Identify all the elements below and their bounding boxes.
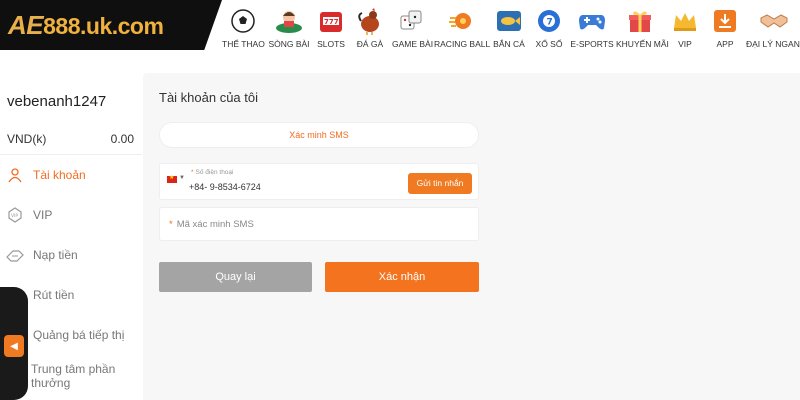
nav-racing-ball[interactable]: RACING BALL: [434, 6, 490, 49]
collapse-arrow-icon[interactable]: ◀: [4, 335, 24, 357]
download-icon: [710, 6, 740, 36]
tab-sms-verification[interactable]: Xác minh SMS: [159, 122, 479, 148]
username: vebenanh1247: [7, 93, 107, 110]
logo-banner[interactable]: AE888.uk.com: [0, 0, 222, 50]
nav-lottery[interactable]: 7 XỔ SỐ: [530, 6, 568, 49]
sidebar-item-account[interactable]: Tài khoản: [6, 160, 136, 190]
handshake-icon: [759, 6, 789, 36]
nav-vip[interactable]: VIP: [668, 6, 702, 49]
sidebar-item-deposit[interactable]: Nạp tiền: [6, 240, 136, 270]
nav-slots[interactable]: 777 SLOTS: [314, 6, 348, 49]
nav-card-games[interactable]: GAME BÀI: [392, 6, 433, 49]
sidebar-divider: [0, 154, 142, 155]
svg-text:777: 777: [324, 18, 339, 26]
chevron-down-icon[interactable]: ▼: [179, 175, 185, 181]
rooster-icon: [355, 6, 385, 36]
dice-icon: [396, 6, 426, 36]
slot-machine-icon: 777: [316, 6, 346, 36]
vip-icon: VIP: [6, 206, 24, 224]
racing-ball-icon: [446, 6, 476, 36]
nav-cockfight[interactable]: ĐÁ GÀ: [352, 6, 388, 49]
nav-app[interactable]: APP: [708, 6, 742, 49]
fish-icon: [494, 6, 524, 36]
deposit-icon: [6, 246, 24, 264]
sms-code-placeholder: * Mã xác minh SMS: [169, 219, 254, 230]
confirm-button[interactable]: Xác nhận: [325, 262, 479, 292]
sidebar-item-vip[interactable]: VIP VIP: [6, 200, 136, 230]
phone-number[interactable]: +84- 9-8534-6724: [189, 182, 261, 192]
nav-fishing[interactable]: BẮN CÁ: [490, 6, 528, 49]
main-nav: THỂ THAO SÒNG BÀI 777 SLOTS ĐÁ GÀ GAME B…: [222, 0, 800, 58]
gamepad-icon: [577, 6, 607, 36]
site-logo: AE888.uk.com: [8, 10, 164, 40]
currency-label: VND(k): [7, 132, 47, 146]
nav-casino[interactable]: SÒNG BÀI: [268, 6, 310, 49]
phone-label: * Số điện thoại: [191, 169, 234, 176]
account-panel: Tài khoản của tôi Xác minh SMS ★ ▼ * Số đ…: [143, 73, 800, 400]
lottery-ball-icon: 7: [534, 6, 564, 36]
nav-sports[interactable]: THỂ THAO: [222, 6, 265, 49]
vietnam-flag-icon[interactable]: ★: [167, 175, 177, 183]
back-button[interactable]: Quay lại: [159, 262, 312, 292]
balance-row: VND(k) 0.00: [7, 132, 134, 146]
crown-icon: [670, 6, 700, 36]
gift-icon: [625, 6, 655, 36]
sms-code-field[interactable]: * Mã xác minh SMS: [159, 207, 479, 241]
svg-text:7: 7: [547, 18, 553, 28]
phone-field[interactable]: ★ ▼ * Số điện thoại +84- 9-8534-6724 Gửi …: [159, 163, 479, 200]
soccer-ball-icon: [228, 6, 258, 36]
nav-promotions[interactable]: KHUYẾN MÃI: [616, 6, 669, 49]
page-title: Tài khoản của tôi: [159, 90, 259, 105]
balance-amount: 0.00: [110, 132, 134, 146]
side-drawer-handle[interactable]: ◀: [0, 287, 28, 400]
nav-esports[interactable]: E-SPORTS: [570, 6, 614, 49]
svg-text:VIP: VIP: [11, 213, 18, 219]
casino-dealer-icon: [274, 6, 304, 36]
top-header: AE888.uk.com THỂ THAO SÒNG BÀI 777 SLOTS…: [0, 0, 800, 60]
nav-agent[interactable]: ĐẠI LÝ NGANG: [746, 6, 800, 49]
user-icon: [6, 166, 24, 184]
send-sms-button[interactable]: Gửi tin nhắn: [408, 173, 472, 194]
